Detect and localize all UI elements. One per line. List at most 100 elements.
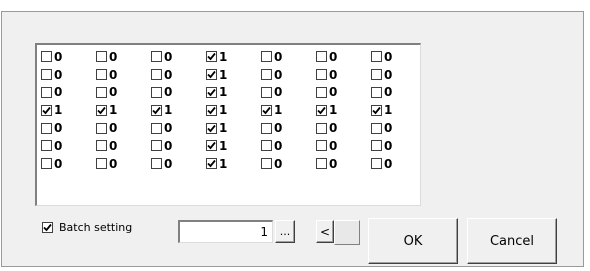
grid-checkbox[interactable] [371, 104, 382, 116]
grid-cell[interactable]: 0 [96, 84, 151, 102]
grid-checkbox[interactable] [96, 158, 107, 170]
cancel-button[interactable]: Cancel [467, 218, 557, 264]
grid-checkbox[interactable] [261, 140, 272, 152]
grid-cell[interactable]: 1 [261, 101, 316, 119]
grid-checkbox[interactable] [206, 104, 217, 116]
grid-cell[interactable]: 1 [206, 48, 261, 66]
grid-checkbox[interactable] [316, 69, 327, 81]
grid-checkbox[interactable] [41, 51, 52, 63]
grid-cell[interactable]: 0 [96, 119, 151, 137]
grid-checkbox[interactable] [261, 104, 272, 116]
grid-cell[interactable]: 0 [151, 119, 206, 137]
grid-cell[interactable]: 0 [96, 48, 151, 66]
grid-checkbox[interactable] [41, 158, 52, 170]
grid-cell[interactable]: 0 [41, 137, 96, 155]
grid-cell[interactable]: 0 [371, 137, 426, 155]
grid-cell[interactable]: 0 [151, 137, 206, 155]
grid-checkbox[interactable] [316, 140, 327, 152]
grid-checkbox[interactable] [96, 140, 107, 152]
grid-checkbox[interactable] [261, 69, 272, 81]
grid-checkbox[interactable] [206, 86, 217, 98]
grid-cell[interactable]: 0 [96, 137, 151, 155]
grid-checkbox[interactable] [151, 122, 162, 134]
grid-cell[interactable]: 1 [151, 101, 206, 119]
grid-checkbox[interactable] [41, 122, 52, 134]
grid-checkbox[interactable] [151, 69, 162, 81]
grid-cell[interactable]: 0 [261, 84, 316, 102]
value-input[interactable]: 1 [178, 220, 273, 243]
ok-button[interactable]: OK [368, 218, 458, 264]
grid-checkbox[interactable] [151, 86, 162, 98]
grid-cell[interactable]: 0 [151, 155, 206, 173]
grid-cell[interactable]: 0 [316, 66, 371, 84]
grid-cell[interactable]: 0 [316, 48, 371, 66]
grid-checkbox[interactable] [371, 122, 382, 134]
grid-checkbox[interactable] [206, 122, 217, 134]
grid-cell[interactable]: 0 [41, 155, 96, 173]
batch-setting[interactable]: Batch setting [42, 221, 132, 234]
grid-cell[interactable]: 0 [261, 48, 316, 66]
grid-checkbox[interactable] [41, 69, 52, 81]
grid-checkbox[interactable] [151, 140, 162, 152]
grid-checkbox[interactable] [316, 51, 327, 63]
browse-button[interactable]: ... [275, 220, 295, 243]
grid-cell[interactable]: 1 [206, 137, 261, 155]
grid-cell[interactable]: 0 [41, 66, 96, 84]
grid-cell[interactable]: 1 [206, 101, 261, 119]
grid-cell[interactable]: 0 [371, 66, 426, 84]
grid-checkbox[interactable] [151, 104, 162, 116]
grid-checkbox[interactable] [96, 122, 107, 134]
grid-cell[interactable]: 0 [151, 48, 206, 66]
grid-cell[interactable]: 0 [371, 119, 426, 137]
grid-checkbox[interactable] [96, 51, 107, 63]
grid-checkbox[interactable] [316, 122, 327, 134]
grid-cell[interactable]: 0 [96, 155, 151, 173]
grid-checkbox[interactable] [206, 158, 217, 170]
grid-cell[interactable]: 0 [316, 119, 371, 137]
grid-cell[interactable]: 0 [316, 137, 371, 155]
grid-checkbox[interactable] [316, 86, 327, 98]
grid-cell[interactable]: 1 [206, 84, 261, 102]
grid-cell[interactable]: 0 [41, 119, 96, 137]
grid-cell[interactable]: 1 [206, 66, 261, 84]
grid-checkbox[interactable] [41, 104, 52, 116]
grid-cell[interactable]: 0 [371, 155, 426, 173]
grid-checkbox[interactable] [261, 86, 272, 98]
grid-checkbox[interactable] [206, 140, 217, 152]
grid-checkbox[interactable] [261, 158, 272, 170]
grid-cell[interactable]: 1 [371, 101, 426, 119]
grid-cell[interactable]: 0 [96, 66, 151, 84]
next-button-blank[interactable] [334, 220, 360, 245]
grid-cell[interactable]: 0 [371, 84, 426, 102]
grid-checkbox[interactable] [151, 158, 162, 170]
grid-checkbox[interactable] [261, 122, 272, 134]
batch-setting-checkbox[interactable] [42, 222, 53, 233]
grid-cell[interactable]: 1 [41, 101, 96, 119]
grid-cell[interactable]: 1 [206, 155, 261, 173]
grid-cell[interactable]: 1 [316, 101, 371, 119]
grid-cell[interactable]: 0 [371, 48, 426, 66]
grid-checkbox[interactable] [96, 69, 107, 81]
grid-cell[interactable]: 0 [151, 84, 206, 102]
grid-cell[interactable]: 0 [41, 48, 96, 66]
grid-cell[interactable]: 0 [261, 155, 316, 173]
grid-checkbox[interactable] [41, 140, 52, 152]
grid-checkbox[interactable] [316, 158, 327, 170]
grid-cell[interactable]: 0 [316, 155, 371, 173]
grid-cell[interactable]: 0 [261, 66, 316, 84]
grid-checkbox[interactable] [371, 51, 382, 63]
grid-checkbox[interactable] [151, 51, 162, 63]
grid-cell[interactable]: 0 [261, 119, 316, 137]
grid-cell[interactable]: 0 [151, 66, 206, 84]
grid-checkbox[interactable] [371, 158, 382, 170]
grid-cell[interactable]: 1 [206, 119, 261, 137]
grid-checkbox[interactable] [41, 86, 52, 98]
grid-checkbox[interactable] [96, 104, 107, 116]
grid-checkbox[interactable] [371, 69, 382, 81]
grid-cell[interactable]: 1 [96, 101, 151, 119]
grid-cell[interactable]: 0 [41, 84, 96, 102]
grid-checkbox[interactable] [206, 51, 217, 63]
grid-checkbox[interactable] [316, 104, 327, 116]
grid-cell[interactable]: 0 [316, 84, 371, 102]
grid-checkbox[interactable] [261, 51, 272, 63]
